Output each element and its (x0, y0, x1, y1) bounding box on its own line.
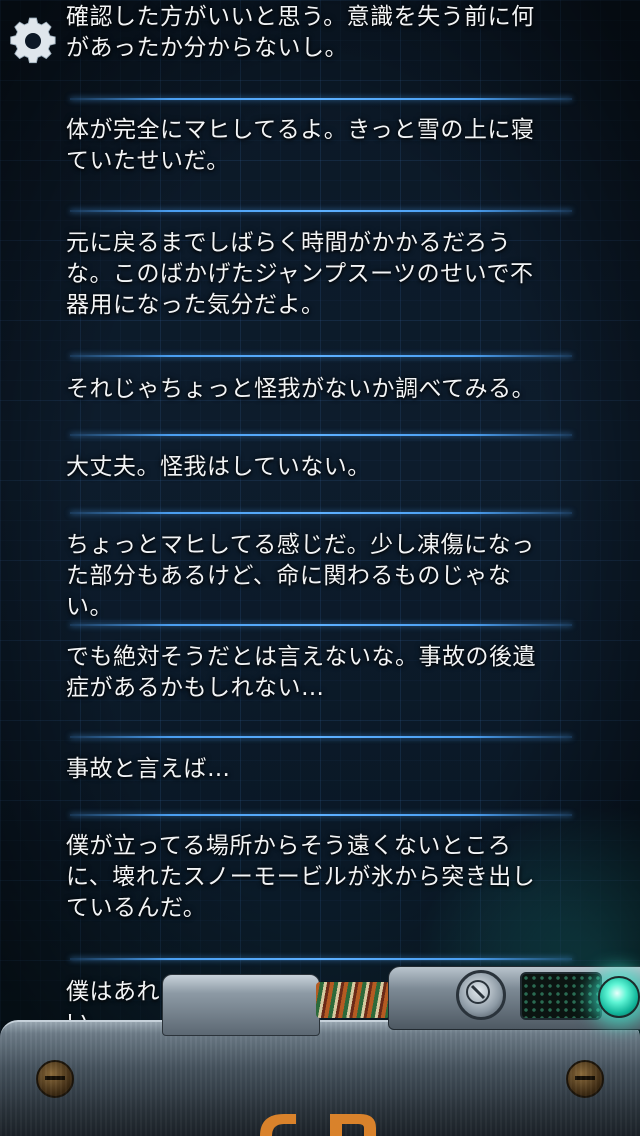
message-line: 元に戻るまでしばらく時間がかかるだろう (66, 230, 512, 256)
message-line: それじゃちょっと怪我がないか調べてみる。 (66, 376, 536, 402)
speaker-grille (520, 972, 602, 1020)
message-line: があったか分からないし。 (66, 35, 348, 61)
message-line: な。このばかげたジャンプスーツのせいで不 (66, 261, 534, 287)
message-line: た部分もあるけど、命に関わるものじゃな (66, 563, 512, 589)
message-line: 事故と言えば… (66, 756, 231, 782)
message-line: に、壊れたスノーモービルが氷から突き出し (66, 864, 536, 890)
gear-icon (10, 17, 56, 64)
control-console (0, 960, 640, 1136)
message-line: ているんだ。 (66, 895, 207, 921)
console-handle[interactable] (162, 974, 320, 1036)
separator (70, 210, 572, 212)
settings-button[interactable] (8, 16, 58, 66)
game-screen: 確認した方がいいと思う。意識を失う前に何 があったか分からないし。 体が完全にマ… (0, 0, 640, 1136)
separator (70, 512, 572, 514)
message-line: 症があるかもしれない… (66, 675, 325, 701)
dial-button[interactable] (456, 970, 506, 1020)
separator (70, 434, 572, 436)
separator (70, 355, 572, 357)
screw-icon (566, 1060, 604, 1098)
separator (70, 624, 572, 626)
message-line: ちょっとマヒしてる感じだ。少し凍傷になっ (66, 532, 535, 558)
wires-decoration (316, 982, 390, 1018)
message-line: ていたせいだ。 (66, 148, 230, 174)
message-line: い。 (66, 594, 113, 620)
status-light (598, 976, 640, 1018)
message-line: 確認した方がいいと思う。意識を失う前に何 (66, 4, 535, 30)
separator (70, 814, 572, 816)
separator (70, 98, 572, 100)
message-line: 体が完全にマヒしてるよ。きっと雪の上に寝 (66, 117, 535, 143)
message-line: 大丈夫。怪我はしていない。 (66, 454, 371, 480)
message-line: 僕が立ってる場所からそう遠くないところ (66, 833, 512, 859)
logo-glyphs (260, 1114, 376, 1136)
screw-icon (36, 1060, 74, 1098)
message-line: 器用になった気分だよ。 (66, 292, 325, 318)
dial-icon (466, 980, 490, 1004)
separator (70, 736, 572, 738)
message-line: でも絶対そうだとは言えないな。事故の後遺 (66, 644, 536, 670)
